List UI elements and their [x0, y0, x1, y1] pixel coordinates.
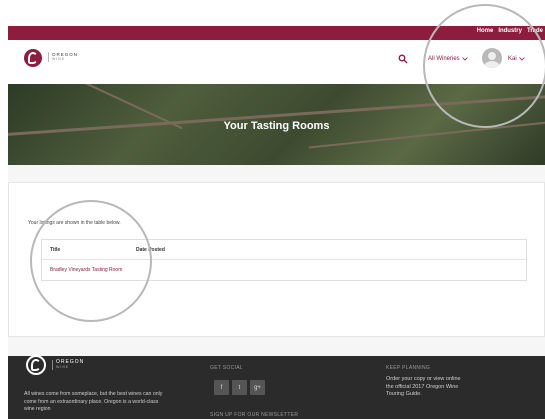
- footer-logo[interactable]: [26, 355, 46, 375]
- logo-wordmark: OREGON WINE: [48, 52, 78, 62]
- search-icon[interactable]: [398, 54, 408, 64]
- footer-description: All wines come from someplace, but the b…: [24, 391, 163, 412]
- google-plus-icon[interactable]: g+: [250, 380, 265, 395]
- user-name: Kai: [508, 56, 517, 62]
- table-header: Title Date Posted: [42, 240, 526, 260]
- listings-table: Title Date Posted Bradley Vineyards Tast…: [41, 239, 527, 281]
- user-menu[interactable]: Kai: [508, 56, 525, 62]
- facebook-icon[interactable]: f: [214, 380, 229, 395]
- listings-card: Your listings are shown in the table bel…: [8, 182, 545, 337]
- page-title: Your Tasting Rooms: [223, 120, 330, 132]
- chevron-down-icon: [518, 57, 525, 61]
- utility-bar: Home Industry Trade: [8, 26, 545, 40]
- wineries-label: All Wineries: [428, 56, 460, 62]
- listings-intro: Your listings are shown in the table bel…: [28, 220, 121, 226]
- footer-brand-sub: WINE: [56, 365, 70, 369]
- industry-link[interactable]: Industry: [498, 28, 522, 34]
- browser-viewport: Home Industry Trade OREGON WINE All Wine…: [8, 26, 545, 419]
- social-links: f t g+: [214, 380, 265, 395]
- plan-heading: KEEP PLANNING: [386, 365, 431, 371]
- twitter-icon[interactable]: t: [232, 380, 247, 395]
- oregon-wine-logo[interactable]: [24, 49, 42, 67]
- footer-wordmark: OREGON WINE: [52, 360, 84, 370]
- utility-links: Home Industry Trade: [477, 28, 543, 34]
- col-title: Title: [50, 246, 61, 253]
- table-row[interactable]: Bradley Vineyards Tasting Room: [42, 260, 526, 280]
- col-date-posted: Date Posted: [136, 246, 165, 253]
- newsletter-heading: SIGN UP FOR OUR NEWSLETTER: [210, 412, 299, 418]
- site-header: OREGON WINE All Wineries Kai: [8, 40, 545, 84]
- home-link[interactable]: Home: [477, 28, 494, 34]
- trade-link[interactable]: Trade: [527, 28, 543, 34]
- social-heading: GET SOCIAL: [210, 365, 243, 371]
- all-wineries-dropdown[interactable]: All Wineries: [428, 56, 468, 62]
- page: Home Industry Trade OREGON WINE All Wine…: [0, 0, 545, 419]
- listing-title-link[interactable]: Bradley Vineyards Tasting Room: [42, 267, 242, 273]
- hero-banner: Your Tasting Rooms: [8, 84, 545, 165]
- logo-sub: WINE: [52, 57, 66, 61]
- avatar-icon[interactable]: [482, 48, 502, 68]
- touring-guide-link[interactable]: Order your copy or view online the offic…: [386, 376, 466, 399]
- chevron-down-icon: [461, 57, 468, 61]
